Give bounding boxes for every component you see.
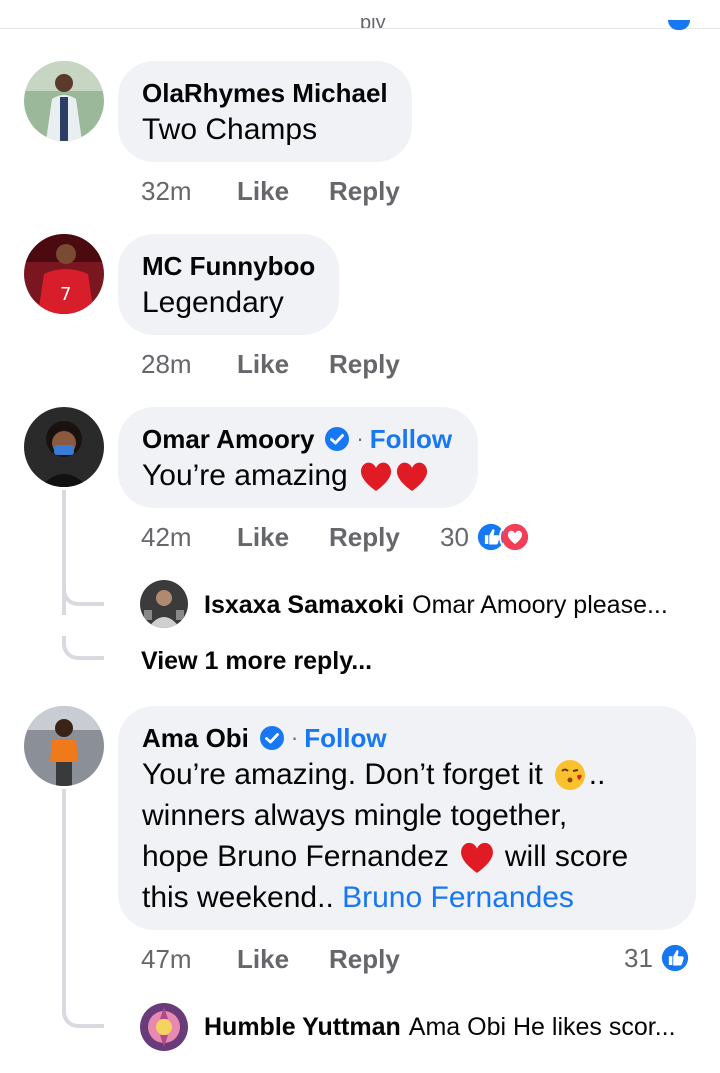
view-more-replies-button[interactable]: View 1 more reply...: [141, 647, 372, 676]
heart-emoji-icon: [358, 459, 430, 493]
comment-header: Omar Amoory · Follow: [142, 423, 454, 455]
like-button[interactable]: Like: [237, 176, 329, 207]
svg-text:7: 7: [60, 284, 71, 305]
like-reaction-icon: [658, 942, 691, 974]
reply-button[interactable]: Reply: [329, 522, 439, 553]
mention-link[interactable]: Bruno Fernandes: [342, 881, 574, 914]
reply-snippet: Omar Amoory please...: [412, 591, 668, 619]
avatar-olarhymes-michael[interactable]: [24, 61, 104, 141]
comment-author[interactable]: Ama Obi: [142, 722, 249, 754]
reaction-summary[interactable]: 31: [624, 942, 691, 974]
reply-author[interactable]: Humble Yuttman: [204, 1013, 401, 1042]
comment-bubble[interactable]: OlaRhymes Michael Two Champs: [118, 61, 412, 162]
reply-author[interactable]: Isxaxa Samaxoki: [204, 591, 404, 620]
reply-preview[interactable]: Isxaxa Samaxoki Omar Amoory please...: [204, 591, 668, 620]
comment-author[interactable]: Omar Amoory: [142, 423, 314, 455]
text-line: hope Bruno Fernandez will score: [142, 836, 672, 877]
avatar-humble-yuttman[interactable]: [140, 1003, 188, 1051]
comment-text: You’re amazing: [142, 459, 348, 492]
separator-dot: ·: [356, 426, 364, 451]
comment-text: You’re amazing. Don’t forget it .. winne…: [142, 754, 672, 918]
top-divider: [0, 28, 720, 29]
text-line-1: You’re amazing. Don’t forget it: [142, 758, 543, 791]
follow-button[interactable]: Follow: [370, 423, 452, 455]
reply-button[interactable]: Reply: [329, 349, 439, 380]
follow-button[interactable]: Follow: [304, 722, 386, 754]
comment-actions: 42m Like Reply: [141, 522, 439, 553]
heart-emoji-icon: [460, 842, 493, 873]
comment-bubble[interactable]: Ama Obi · Follow You’re amazing. Don’t f…: [118, 706, 696, 930]
thread-connector: [62, 990, 104, 1028]
text-line: You’re amazing. Don’t forget it ..: [142, 754, 672, 795]
comment-text: Legendary: [142, 286, 284, 319]
comment-actions: 32m Like Reply: [141, 176, 439, 207]
comment-time[interactable]: 32m: [141, 176, 237, 207]
text-line-1-tail: ..: [588, 758, 606, 791]
comment-time[interactable]: 47m: [141, 944, 237, 975]
avatar-ama-obi[interactable]: [24, 706, 104, 786]
comment-text: Two Champs: [142, 113, 318, 146]
comment-time[interactable]: 42m: [141, 522, 237, 553]
text-line-2: winners always mingle together,: [142, 799, 568, 832]
kiss-emoji-icon: [554, 759, 585, 790]
comment-actions: 28m Like Reply: [141, 349, 439, 380]
thread-connector: [62, 580, 104, 606]
like-button[interactable]: Like: [237, 522, 329, 553]
previous-reply-link[interactable]: ply: [360, 18, 400, 28]
love-reaction-icon: [498, 521, 531, 553]
comment-text-row: You’re amazing: [142, 455, 454, 496]
comment-author[interactable]: OlaRhymes Michael: [142, 77, 388, 109]
text-line-3-tail: will score: [504, 840, 629, 873]
separator-dot: ·: [290, 725, 299, 750]
verified-badge-icon: [259, 726, 284, 750]
reply-button[interactable]: Reply: [329, 176, 439, 207]
reply-button[interactable]: Reply: [329, 944, 439, 975]
reply-preview[interactable]: Humble Yuttman Ama Obi He likes scor...: [204, 1013, 676, 1042]
verified-badge-icon: [325, 427, 350, 451]
like-button[interactable]: Like: [237, 944, 329, 975]
comment-author[interactable]: MC Funnyboo: [142, 250, 315, 282]
comment-time[interactable]: 28m: [141, 349, 237, 380]
comment-actions: 47m Like Reply: [141, 944, 439, 975]
avatar-omar-amoory[interactable]: [24, 407, 104, 487]
comment-header: Ama Obi · Follow: [142, 722, 672, 754]
like-button[interactable]: Like: [237, 349, 329, 380]
text-line-4: this weekend..: [142, 881, 334, 914]
avatar-mc-funnyboo[interactable]: 7: [24, 234, 104, 314]
text-line: this weekend.. Bruno Fernandes: [142, 877, 672, 918]
thread-line: [62, 789, 66, 999]
text-line-3: hope Bruno Fernandez: [142, 840, 449, 873]
comment-bubble[interactable]: MC Funnyboo Legendary: [118, 234, 339, 335]
reply-snippet: Ama Obi He likes scor...: [408, 1013, 676, 1041]
reaction-count: 31: [624, 942, 653, 973]
thread-connector: [62, 636, 104, 660]
comment-bubble[interactable]: Omar Amoory · Follow You’re amazing: [118, 407, 478, 508]
reaction-count: 30: [440, 521, 469, 552]
avatar-isxaxa-samaxoki[interactable]: [140, 580, 188, 628]
reaction-summary[interactable]: 30: [440, 521, 531, 553]
